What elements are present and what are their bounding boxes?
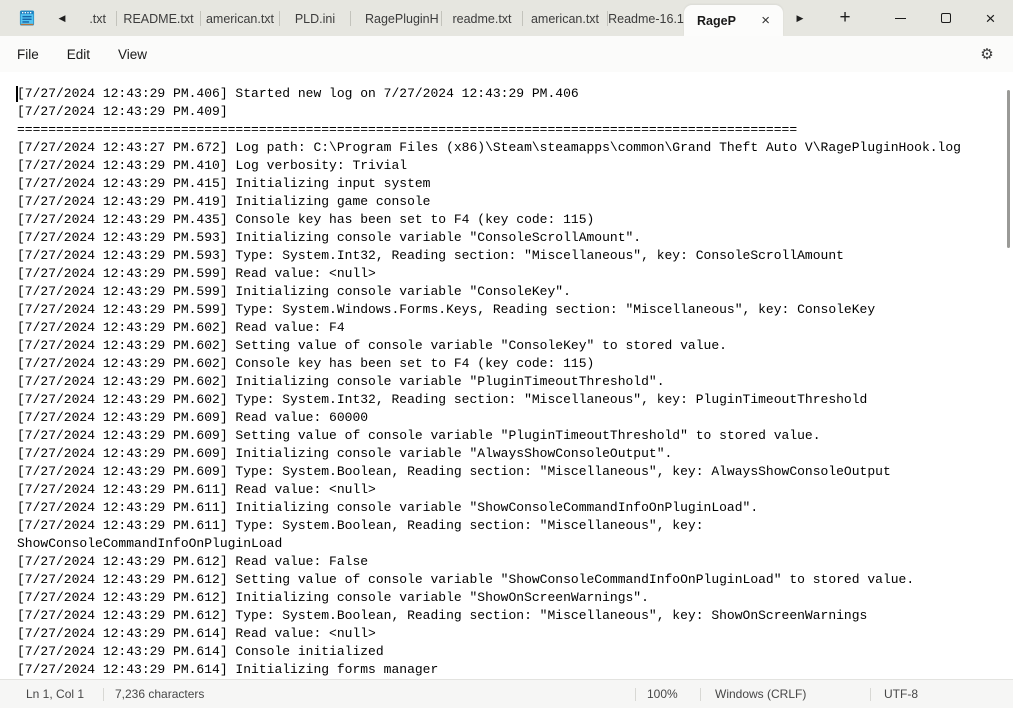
status-separator	[103, 688, 104, 701]
menu-file[interactable]: File	[7, 42, 49, 67]
tab-rageplugin[interactable]: RagePluginH	[351, 0, 441, 36]
status-separator	[700, 688, 701, 701]
text-caret	[16, 86, 18, 102]
tab-label: american.txt	[531, 12, 599, 26]
status-separator	[635, 688, 636, 701]
menu-edit[interactable]: Edit	[57, 42, 100, 67]
cursor-position-status: Ln 1, Col 1	[26, 680, 84, 708]
tab-txt[interactable]: .txt	[79, 0, 116, 36]
minimize-button[interactable]	[878, 0, 923, 36]
tab-readme2-txt[interactable]: readme.txt	[442, 0, 522, 36]
close-icon: ×	[986, 10, 996, 27]
tab-label: american.txt	[206, 12, 274, 26]
encoding-status[interactable]: UTF-8	[884, 680, 918, 708]
tab-scroll-right-icon: ▶	[797, 13, 804, 24]
tab-readme-16[interactable]: Readme-16.1	[608, 0, 684, 36]
menu-view[interactable]: View	[108, 42, 157, 67]
tab-label: .txt	[89, 12, 106, 26]
notepad-app-icon	[17, 8, 37, 28]
tab-american-txt[interactable]: american.txt	[201, 0, 279, 36]
active-tab-label: RageP	[697, 14, 736, 28]
character-count-status: 7,236 characters	[115, 680, 204, 708]
notepad-window: ◀ .txt README.txt american.txt PLD.ini R…	[0, 0, 1013, 708]
maximize-icon	[941, 13, 951, 23]
zoom-level-status[interactable]: 100%	[647, 680, 678, 708]
tab-close-icon[interactable]: ×	[757, 12, 774, 29]
close-button[interactable]: ×	[968, 0, 1013, 36]
titlebar-drag-area	[861, 0, 878, 36]
tab-readme-txt[interactable]: README.txt	[117, 0, 200, 36]
tab-label: README.txt	[123, 12, 193, 26]
status-separator	[870, 688, 871, 701]
log-text-content: [7/27/2024 12:43:29 PM.406] Started new …	[0, 72, 1013, 679]
tab-label: RagePluginH	[365, 12, 439, 26]
gear-icon: ⚙	[980, 45, 993, 63]
tab-label: Readme-16.1	[608, 12, 684, 26]
tab-rageplugin-active[interactable]: RageP ×	[684, 5, 783, 36]
plus-icon: +	[839, 7, 850, 29]
tab-american2-txt[interactable]: american.txt	[523, 0, 607, 36]
settings-button[interactable]: ⚙	[973, 41, 1001, 67]
tab-scroll-right-button[interactable]: ▶	[783, 0, 817, 36]
minimize-icon	[895, 18, 906, 19]
tab-scroll-left-icon: ◀	[59, 13, 66, 24]
status-bar: Ln 1, Col 1 7,236 characters 100% Window…	[0, 679, 1013, 708]
text-editor-area[interactable]: [7/27/2024 12:43:29 PM.406] Started new …	[0, 72, 1013, 679]
vertical-scrollbar-thumb[interactable]	[1007, 90, 1010, 248]
maximize-button[interactable]	[923, 0, 968, 36]
tab-label: readme.txt	[452, 12, 511, 26]
tab-pld-ini[interactable]: PLD.ini	[280, 0, 350, 36]
line-ending-status[interactable]: Windows (CRLF)	[715, 680, 806, 708]
menu-bar: File Edit View ⚙	[0, 36, 1013, 72]
new-tab-button[interactable]: +	[829, 0, 861, 36]
tab-label: PLD.ini	[295, 12, 335, 26]
tab-bar: ◀ .txt README.txt american.txt PLD.ini R…	[0, 0, 1013, 36]
tab-scroll-left-button[interactable]: ◀	[45, 0, 79, 36]
